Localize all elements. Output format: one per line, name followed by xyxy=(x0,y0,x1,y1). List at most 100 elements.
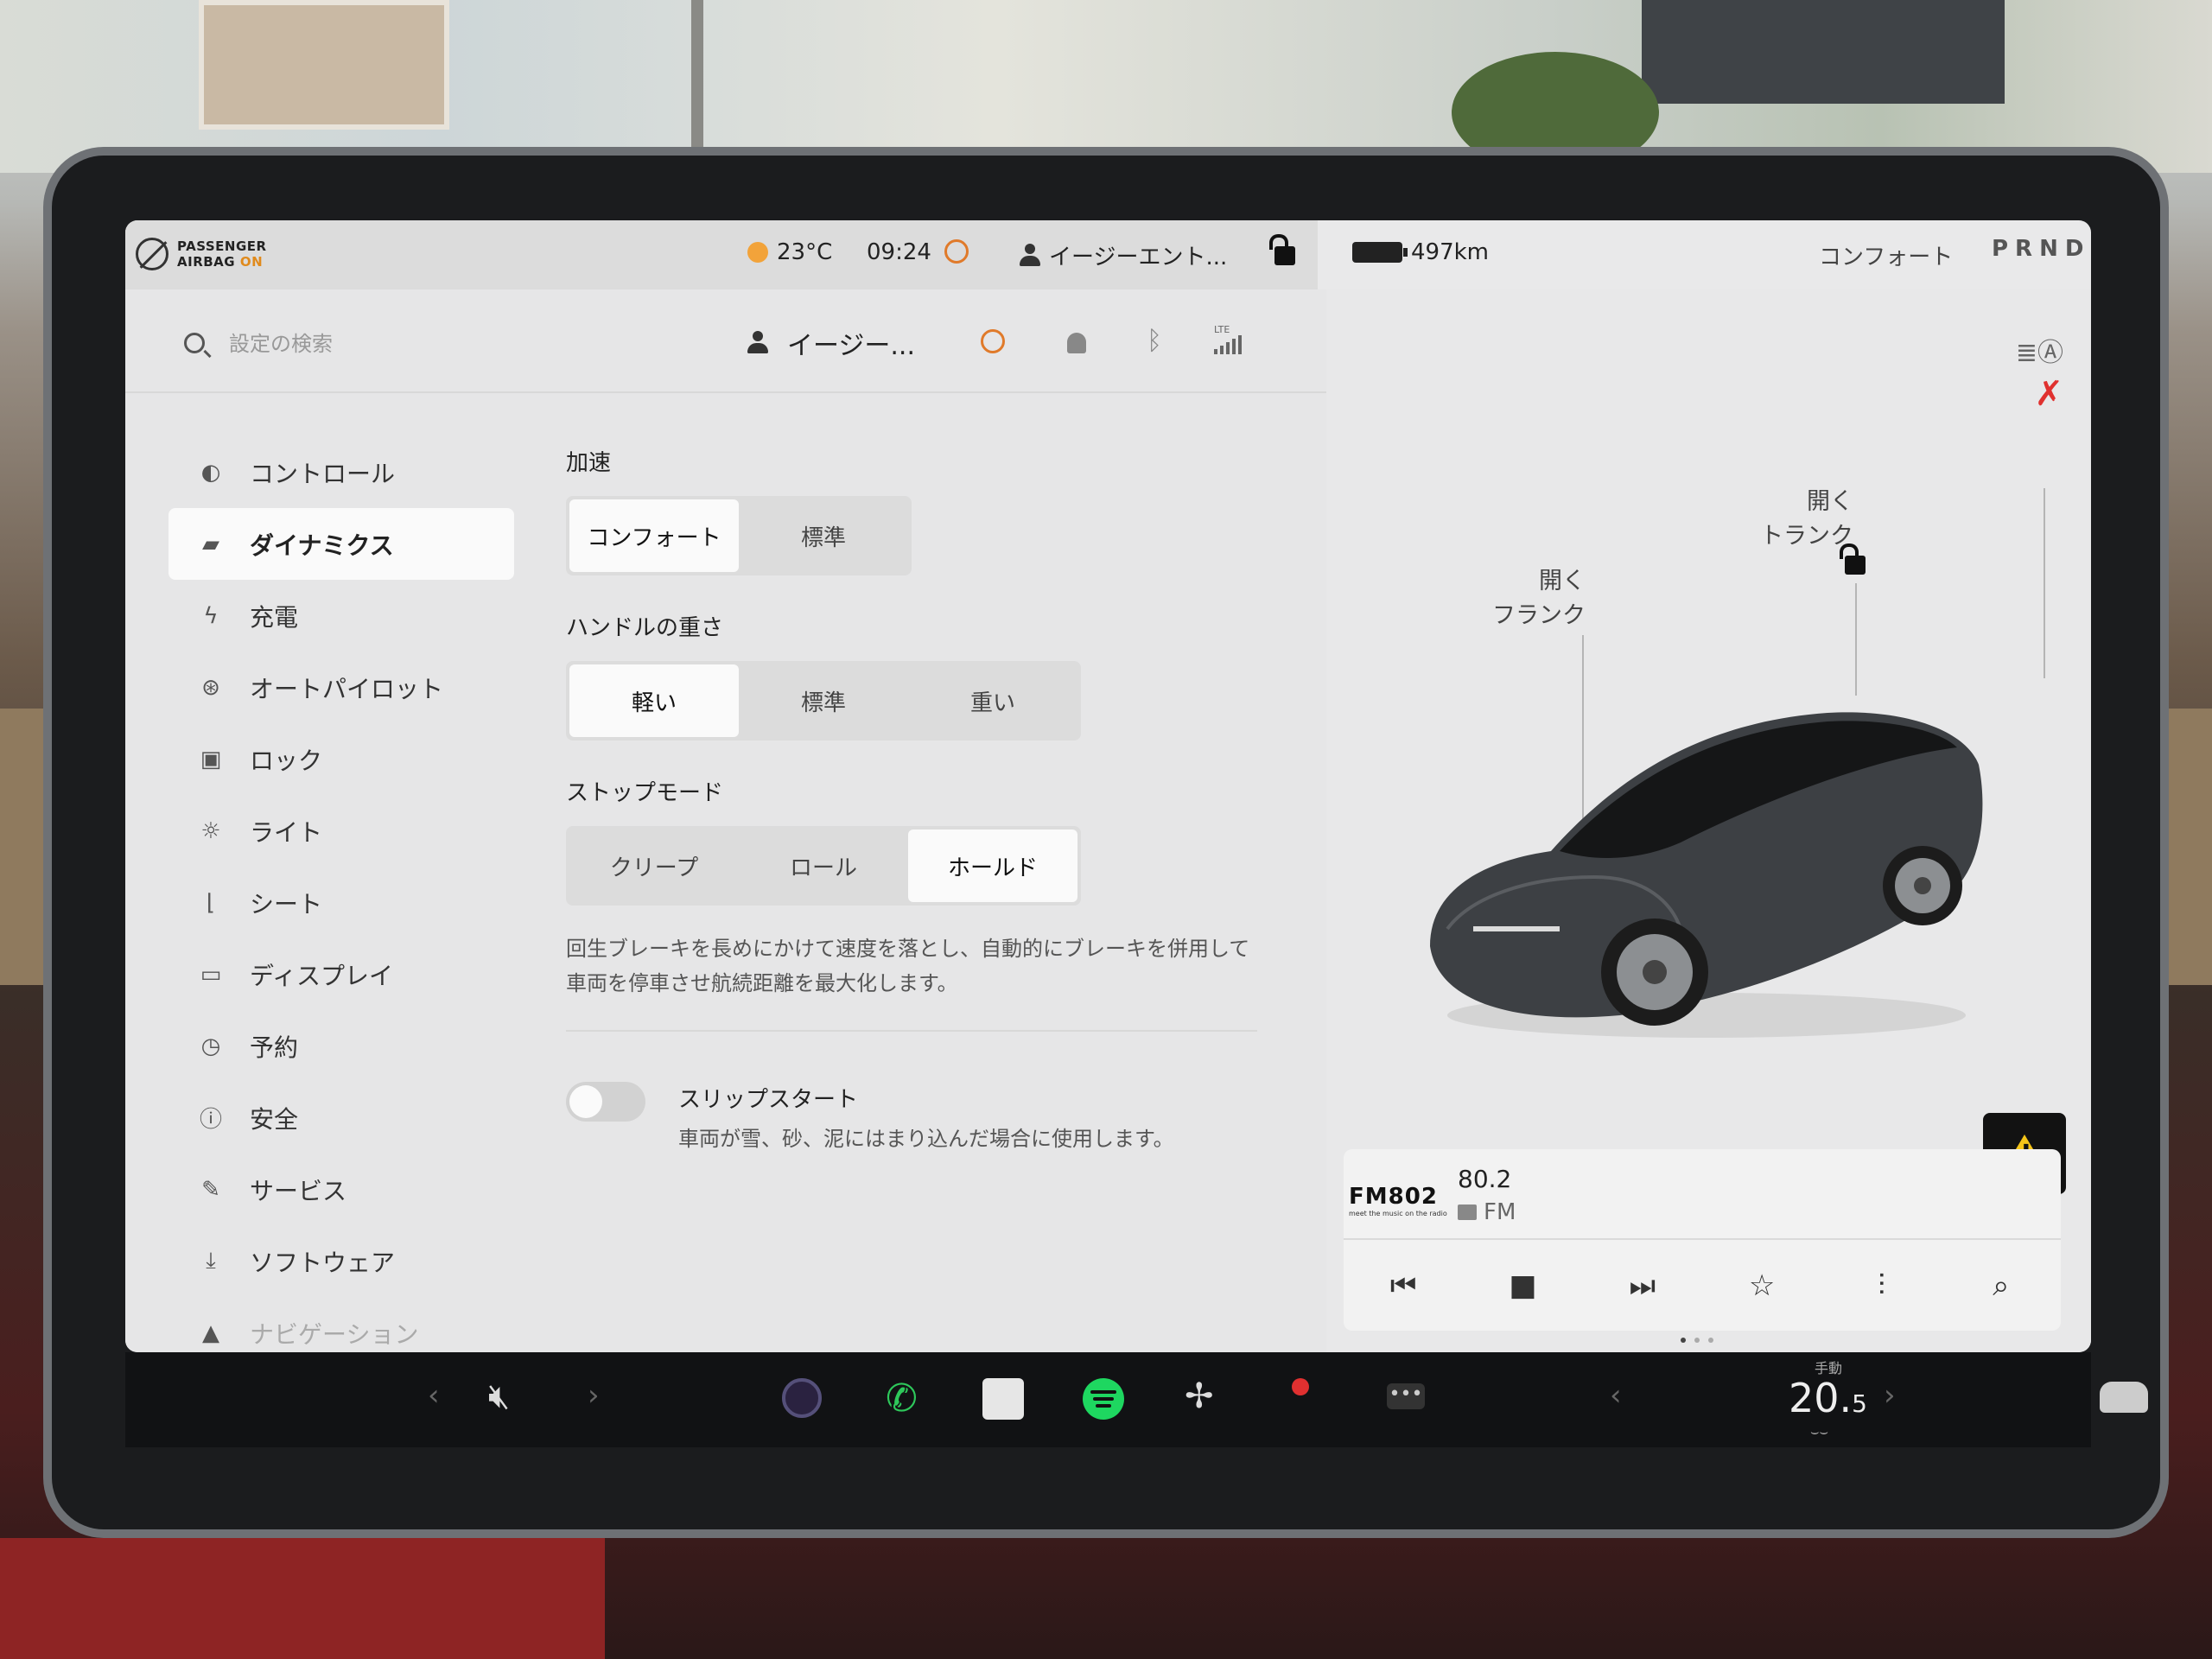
profile-short-name: イージー... xyxy=(787,331,916,361)
settings-panel: イージー... ᛒ LTE ◐ コントロール ▰ ダ xyxy=(125,289,1326,1352)
camera-icon xyxy=(782,1378,822,1418)
sidebar-item-autopilot[interactable]: ⊛ オートパイロット xyxy=(168,652,514,723)
seatbelt-warning-icon: ✗ xyxy=(2034,374,2063,414)
slip-start-row: スリップスタート 車両が雪、砂、泥にはまり込んだ場合に使用します。 xyxy=(566,1077,1274,1180)
weather-sun-icon xyxy=(747,242,768,263)
stop-mode-option-roll[interactable]: ロール xyxy=(739,830,908,902)
acceleration-option-comfort[interactable]: コンフォート xyxy=(569,499,739,572)
open-frunk-button[interactable]: 開く フランク xyxy=(1465,564,1586,633)
profile-name: イージーエント... xyxy=(1049,245,1228,270)
slip-start-title: スリップスタート xyxy=(678,1087,859,1113)
sidebar-item-label: サービス xyxy=(250,1176,347,1205)
battery-range: 497km xyxy=(1352,239,1489,265)
notifications-button[interactable] xyxy=(1067,333,1086,353)
download-icon: ⤓ xyxy=(206,1248,216,1274)
auto-headlights-icon: ≣Ⓐ xyxy=(2015,338,2063,368)
profile-chip[interactable]: イージー... xyxy=(747,324,915,362)
car-controls-icon[interactable] xyxy=(2100,1382,2148,1413)
sidebar-item-lights[interactable]: ☼ ライト xyxy=(168,795,514,867)
sidebar-item-label: 予約 xyxy=(250,1033,299,1062)
signal-bars-icon xyxy=(1214,335,1242,354)
stop-mode-description: 回生ブレーキを長めにかけて速度を落とし、自動的にブレーキを併用して 車両を停車さ… xyxy=(566,931,1274,1001)
bluetooth-icon[interactable]: ᛒ xyxy=(1147,326,1162,356)
steering-option-light[interactable]: 軽い xyxy=(569,664,739,737)
stop-mode-option-creep[interactable]: クリープ xyxy=(569,830,739,902)
volume-down-chevron-icon[interactable]: ‹ xyxy=(428,1378,440,1413)
car-icon: ▰ xyxy=(202,531,219,557)
spotify-app-button[interactable] xyxy=(1083,1378,1124,1420)
sidebar-item-label: ディスプレイ xyxy=(250,961,394,990)
sidebar-item-seats[interactable]: ⌊ シート xyxy=(168,867,514,938)
alarm-clock-icon xyxy=(944,239,969,264)
clock: 09:24 xyxy=(867,239,931,265)
driver-profile-button[interactable]: イージーエント... xyxy=(1020,239,1227,271)
sidebar-item-display[interactable]: ▭ ディスプレイ xyxy=(168,938,514,1010)
calendar-app-button[interactable] xyxy=(982,1378,1024,1420)
fan-icon[interactable]: ✢ xyxy=(1185,1376,1214,1416)
spotify-icon xyxy=(1083,1378,1124,1420)
equalizer-icon[interactable]: ⫶ xyxy=(1855,1268,1907,1303)
previous-track-icon[interactable]: ⏮ xyxy=(1377,1268,1429,1303)
car-lock-button[interactable] xyxy=(1840,543,1866,578)
station-logo: FM802 xyxy=(1349,1184,1438,1210)
media-player: FM802 meet the music on the radio 80.2 F… xyxy=(1344,1149,2061,1331)
airbag-icon xyxy=(136,238,168,270)
media-search-icon[interactable]: ⌕ xyxy=(1975,1268,2027,1303)
bottom-dock: ‹ 🔇︎ › ✆ ✢ ••• ‹ 手動 20.5 ⌣⌣ › xyxy=(125,1352,2148,1447)
media-page-dots xyxy=(1681,1338,1713,1343)
sidebar-item-service[interactable]: ✎ サービス xyxy=(168,1154,514,1225)
stop-mode-option-hold[interactable]: ホールド xyxy=(908,830,1077,902)
alarm-icon-button[interactable] xyxy=(981,329,1005,357)
radio-band-label: FM xyxy=(1484,1199,1516,1225)
sidebar-item-charging[interactable]: ϟ 充電 xyxy=(168,580,514,652)
sidebar-item-navigation[interactable]: ▲ ナビゲーション xyxy=(168,1297,514,1352)
person-icon xyxy=(747,331,768,355)
more-apps-button[interactable]: ••• xyxy=(1387,1383,1425,1409)
sidebar-item-controls[interactable]: ◐ コントロール xyxy=(168,436,514,508)
phone-icon[interactable]: ✆ xyxy=(886,1376,918,1421)
alarm-status[interactable] xyxy=(944,239,969,264)
steering-option-standard[interactable]: 標準 xyxy=(739,664,908,737)
steering-wheel-icon: ⊛ xyxy=(201,674,220,701)
sidebar-item-dynamics[interactable]: ▰ ダイナミクス xyxy=(168,508,514,580)
media-now-playing[interactable]: FM802 meet the music on the radio 80.2 F… xyxy=(1344,1149,2061,1240)
settings-search-input[interactable] xyxy=(229,324,661,364)
steering-option-heavy[interactable]: 重い xyxy=(908,664,1077,737)
slip-start-toggle[interactable] xyxy=(566,1082,645,1122)
joystick-icon xyxy=(1292,1378,1309,1395)
radio-band: FM xyxy=(1458,1199,1516,1225)
mute-icon[interactable]: 🔇︎ xyxy=(488,1376,510,1416)
next-track-icon[interactable]: ⏭ xyxy=(1617,1268,1669,1303)
volume-up-chevron-icon[interactable]: › xyxy=(588,1378,600,1413)
sidebar-item-label: 充電 xyxy=(250,602,299,632)
toybox-app-button[interactable] xyxy=(1292,1378,1309,1395)
background-house xyxy=(199,0,449,130)
sidebar-item-label: ナビゲーション xyxy=(250,1319,419,1349)
open-trunk-button[interactable]: 開く トランク xyxy=(1707,485,1853,554)
range-text: 497km xyxy=(1411,239,1490,265)
sidebar-item-software[interactable]: ⤓ ソフトウェア xyxy=(168,1225,514,1297)
drive-mode-label: コンフォート xyxy=(1819,245,1954,270)
temp-up-chevron-icon[interactable]: › xyxy=(1884,1378,1896,1413)
open-trunk-label-2: トランク xyxy=(1760,523,1853,550)
stop-icon[interactable]: ■ xyxy=(1497,1268,1548,1303)
cabin-temperature[interactable]: 20.5 xyxy=(1789,1375,1867,1421)
favorite-star-icon[interactable]: ☆ xyxy=(1736,1268,1788,1303)
background-tree xyxy=(1452,52,1659,173)
temp-down-chevron-icon[interactable]: ‹ xyxy=(1610,1378,1622,1413)
bell-icon xyxy=(1067,333,1086,353)
acceleration-segmented-control: コンフォート 標準 xyxy=(566,496,912,575)
camera-app-button[interactable] xyxy=(782,1378,822,1418)
lte-signal: LTE xyxy=(1214,324,1242,354)
sidebar-item-locks[interactable]: ▣ ロック xyxy=(168,723,514,795)
lock-status-button[interactable] xyxy=(1269,234,1295,265)
sidebar-item-schedule[interactable]: ◷ 予約 xyxy=(168,1010,514,1082)
acceleration-option-standard[interactable]: 標準 xyxy=(739,499,908,572)
airbag-label-2: AIRBAG xyxy=(177,254,236,270)
more-dots-icon: ••• xyxy=(1387,1383,1425,1409)
outside-temperature: 23°C xyxy=(747,239,832,265)
person-icon xyxy=(1020,243,1040,268)
light-icon: ☼ xyxy=(200,817,221,844)
seat-heater-icons[interactable]: ⌣⌣ xyxy=(1810,1423,1828,1440)
sidebar-item-safety[interactable]: ⓘ 安全 xyxy=(168,1082,514,1154)
